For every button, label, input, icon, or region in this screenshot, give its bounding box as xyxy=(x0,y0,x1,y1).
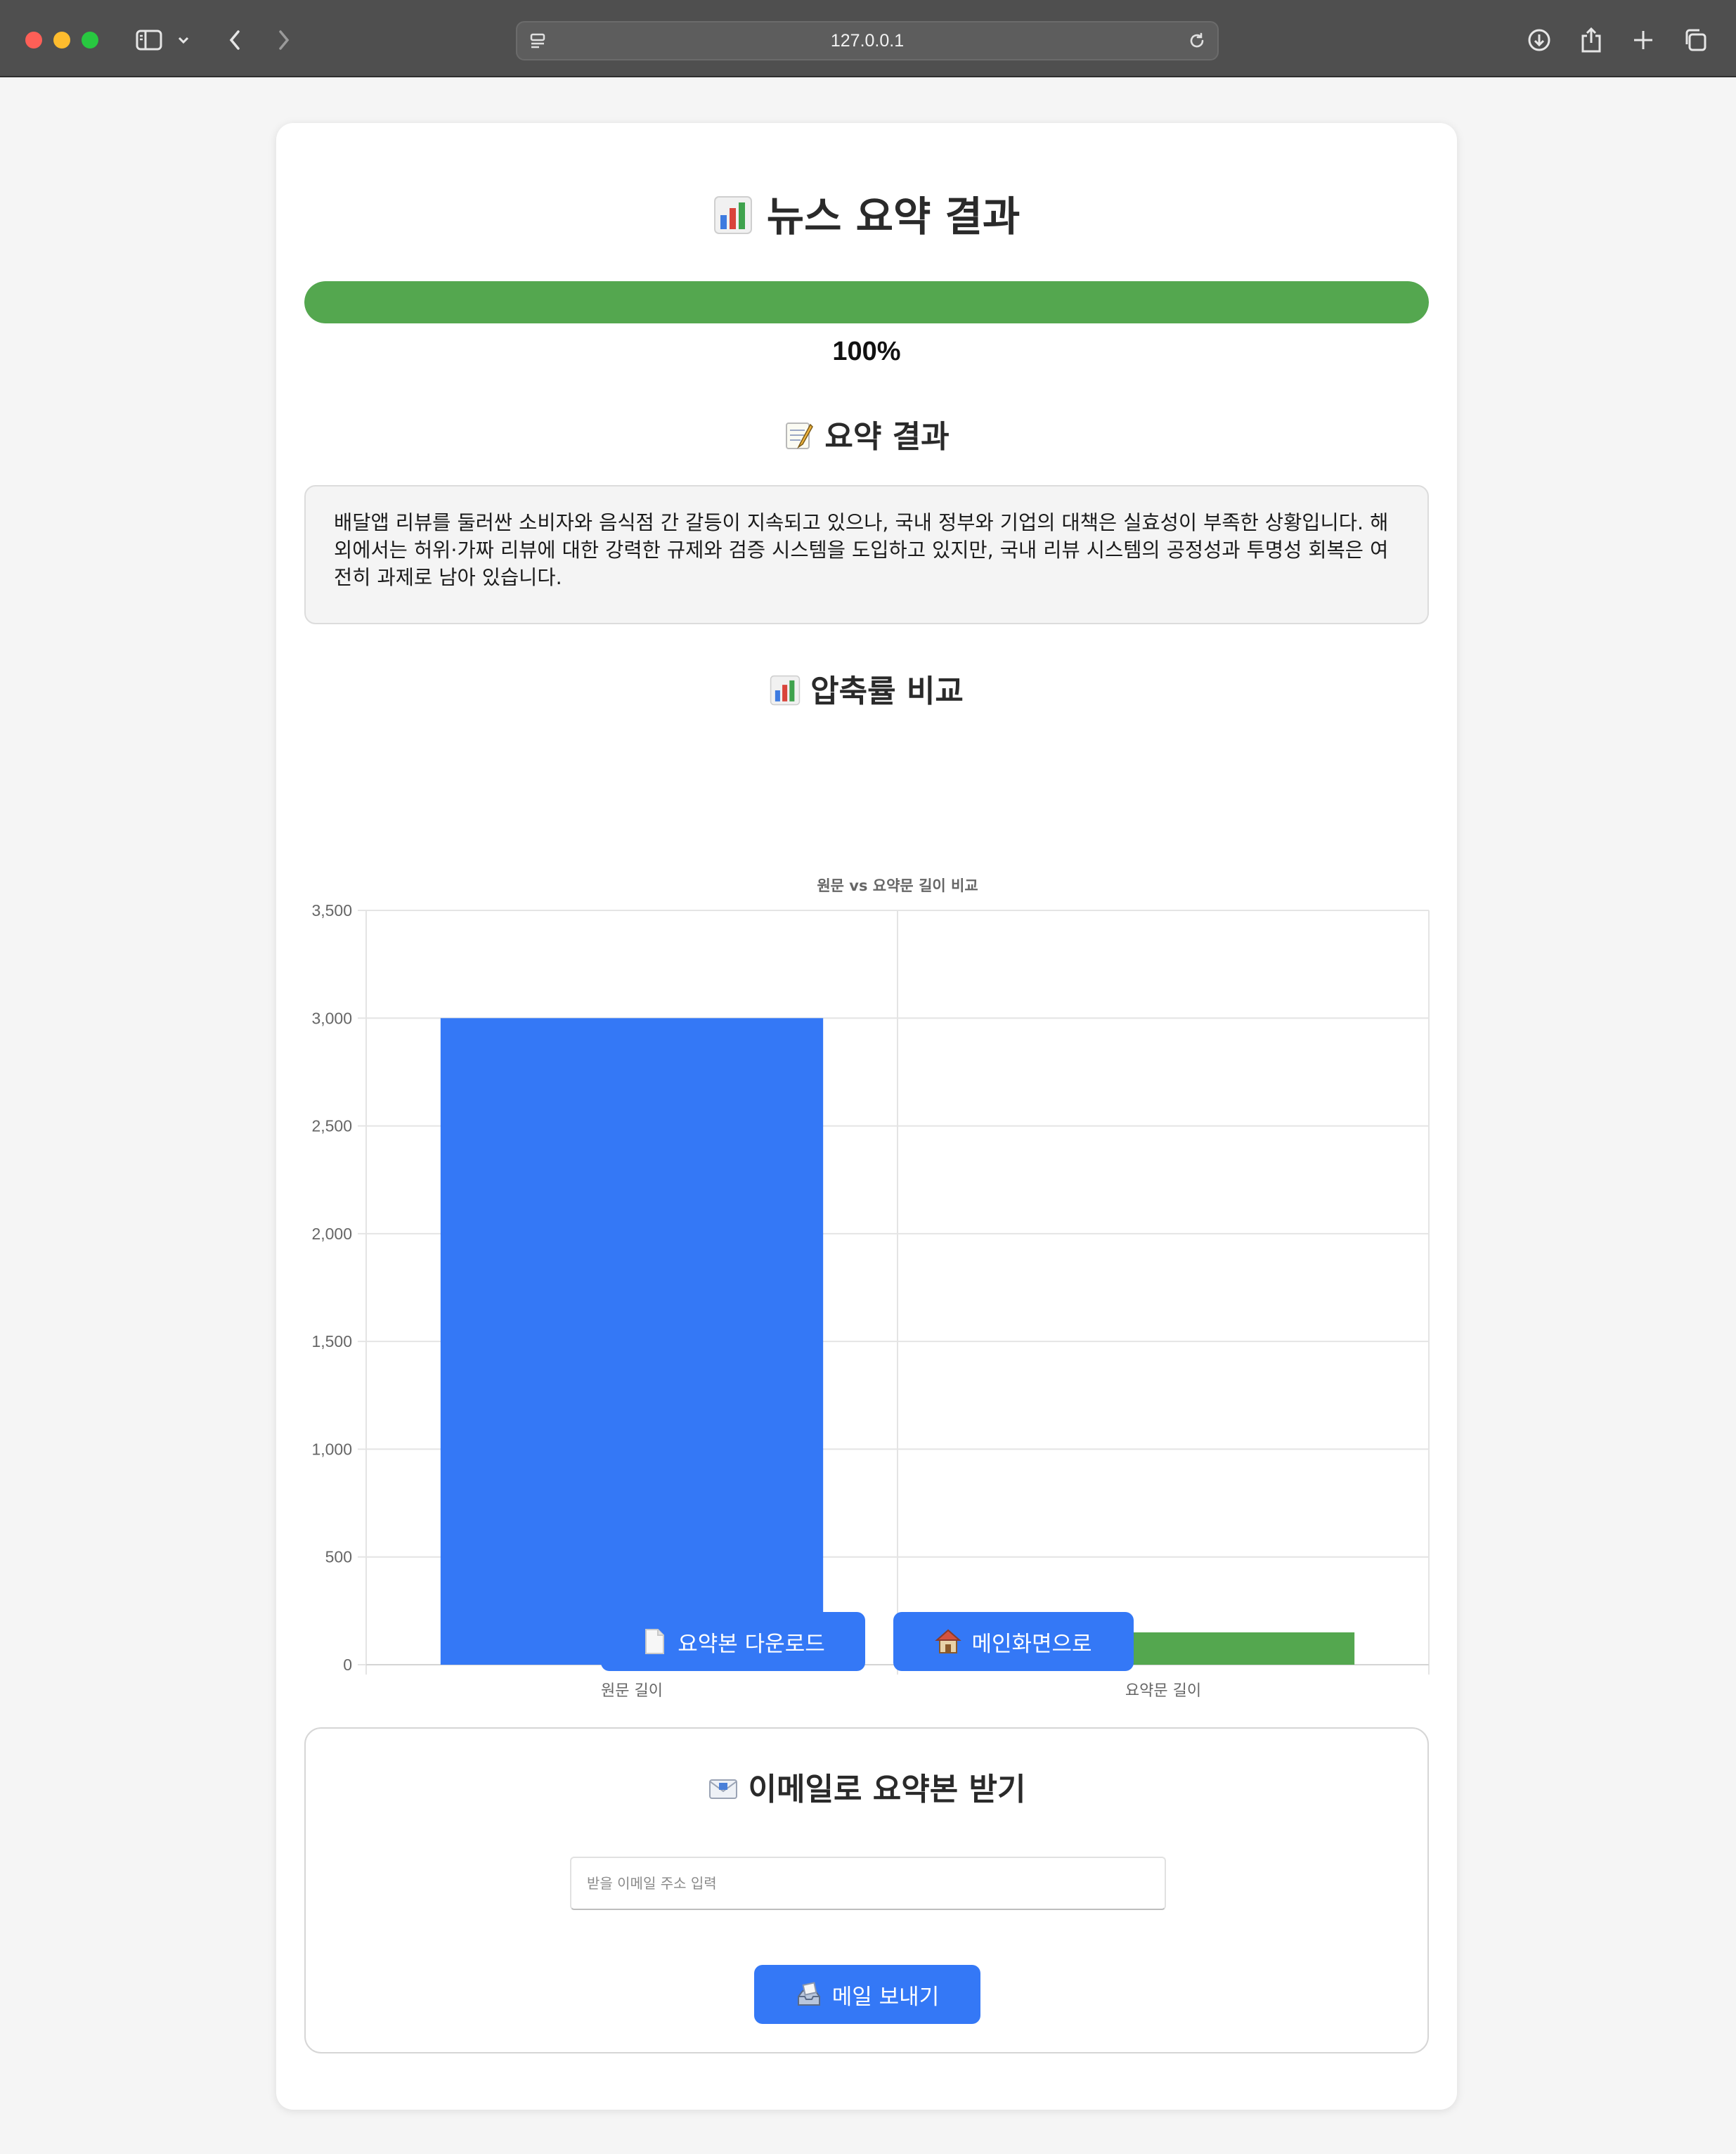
summary-heading: 요약 결과 xyxy=(276,411,1457,456)
share-icon[interactable] xyxy=(1574,24,1608,56)
summary-heading-text: 요약 결과 xyxy=(824,419,950,455)
y-tick-label: 2,500 xyxy=(311,1117,352,1135)
forward-icon[interactable] xyxy=(267,24,301,56)
send-email-button[interactable]: 메일 보내기 xyxy=(754,1965,980,2024)
new-tab-icon[interactable] xyxy=(1626,24,1660,56)
back-icon[interactable] xyxy=(218,24,252,56)
progress-bar xyxy=(304,281,1429,323)
house-icon xyxy=(935,1629,962,1653)
download-summary-button[interactable]: 요약본 다운로드 xyxy=(601,1612,865,1671)
email-heading: 이메일로 요약본 받기 xyxy=(306,1764,1427,1809)
sidebar-toggle-icon[interactable] xyxy=(132,24,166,56)
chevron-down-icon[interactable] xyxy=(173,24,194,56)
home-button-label: 메인화면으로 xyxy=(971,1631,1092,1657)
memo-icon xyxy=(786,423,814,449)
url-text: 127.0.0.1 xyxy=(830,31,905,51)
chart-svg: 원문 vs 요약문 길이 비교 0 500 1,000 1,500 2,000 2,500 3… xyxy=(311,877,1430,1700)
browser-toolbar: 127.0.0.1 xyxy=(0,0,1736,77)
outbox-tray-icon xyxy=(797,1982,820,2006)
chart-heading: 압축률 비교 xyxy=(276,666,1457,711)
download-button-label: 요약본 다운로드 xyxy=(678,1631,825,1657)
minimize-window-button[interactable] xyxy=(53,32,70,49)
email-input[interactable] xyxy=(570,1857,1166,1910)
chart-heading-text: 압축률 비교 xyxy=(810,673,964,709)
document-icon xyxy=(645,1629,665,1654)
y-tick-label: 1,500 xyxy=(311,1332,352,1350)
page-title: 뉴스 요약 결과 xyxy=(276,183,1457,243)
y-tick-label: 3,000 xyxy=(311,1009,352,1027)
address-bar[interactable]: 127.0.0.1 xyxy=(516,21,1219,60)
result-card: 뉴스 요약 결과 100% 요약 결과 배달앱 리뷰를 둘러싼 소비자와 음식점… xyxy=(276,123,1457,2110)
page-title-text: 뉴스 요약 결과 xyxy=(766,193,1021,240)
y-tick-label: 1,000 xyxy=(311,1440,352,1458)
close-window-button[interactable] xyxy=(25,32,42,49)
send-button-label: 메일 보내기 xyxy=(831,1984,940,2010)
bar-chart-icon xyxy=(713,196,752,234)
progress-bar-fill xyxy=(304,281,1429,323)
zoom-window-button[interactable] xyxy=(82,32,98,49)
email-heading-text: 이메일로 요약본 받기 xyxy=(748,1772,1026,1807)
bar xyxy=(440,1018,824,1665)
length-comparison-chart: 원문 vs 요약문 길이 비교 0 500 1,000 1,500 2,000 2,500 3… xyxy=(276,861,1457,1726)
tab-overview-icon[interactable] xyxy=(1678,24,1712,56)
y-tick-label: 500 xyxy=(325,1548,352,1566)
x-tick-label: 요약문 길이 xyxy=(1125,1682,1201,1700)
y-tick-label: 2,000 xyxy=(311,1225,352,1243)
chart-title: 원문 vs 요약문 길이 비교 xyxy=(817,877,978,894)
x-tick-label: 원문 길이 xyxy=(601,1682,663,1700)
email-section: 이메일로 요약본 받기 메일 보내기 xyxy=(304,1727,1429,2053)
y-tick-label: 0 xyxy=(343,1656,352,1674)
downloads-icon[interactable] xyxy=(1522,24,1556,56)
summary-text: 배달앱 리뷰를 둘러싼 소비자와 음식점 간 갈등이 지속되고 있으나, 국내 … xyxy=(304,485,1429,624)
y-tick-label: 3,500 xyxy=(311,901,352,920)
progress-label: 100% xyxy=(832,337,901,366)
envelope-icon xyxy=(708,1779,737,1799)
bar-chart-icon xyxy=(770,675,801,706)
reload-icon[interactable] xyxy=(1186,31,1207,51)
home-button[interactable]: 메인화면으로 xyxy=(893,1612,1134,1671)
